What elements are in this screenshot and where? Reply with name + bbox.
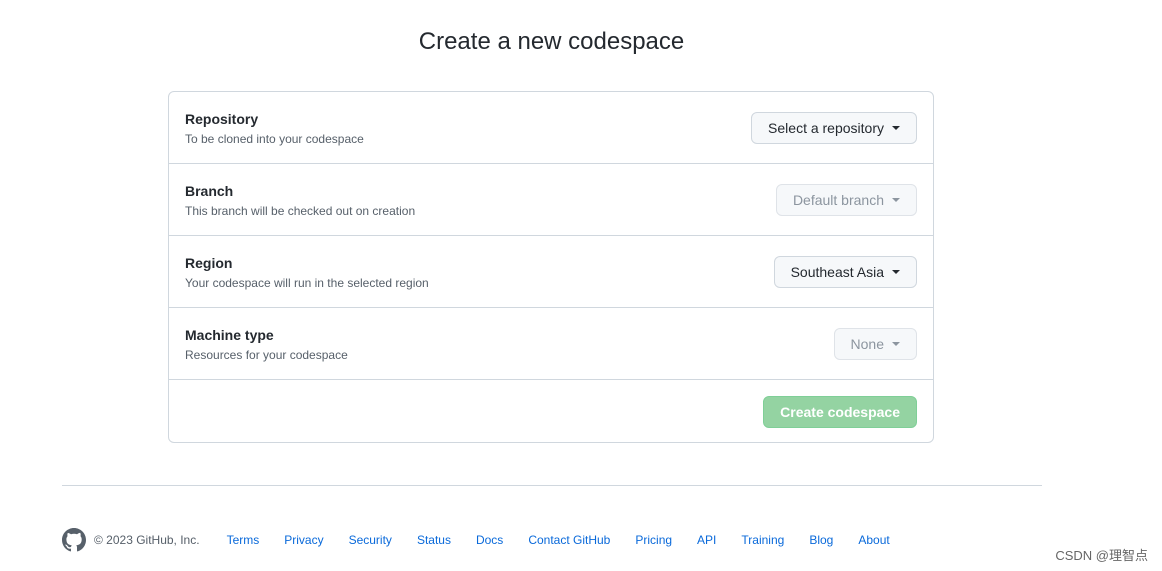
branch-select-button-label: Default branch xyxy=(792,192,884,208)
branch-select-button[interactable]: Default branch xyxy=(775,184,917,216)
region-select-button-label: Southeast Asia xyxy=(790,264,884,280)
page-title: Create a new codespace xyxy=(418,28,685,55)
github-mark-icon[interactable] xyxy=(62,528,86,552)
region-label: Region xyxy=(185,255,233,271)
region-select-button[interactable]: Southeast Asia xyxy=(773,256,917,288)
caret-down-icon xyxy=(892,126,900,130)
copyright-text: © 2023 GitHub, Inc. xyxy=(94,533,200,547)
footer-link-terms[interactable]: Terms xyxy=(227,533,260,547)
branch-description: This branch will be checked out on creat… xyxy=(185,204,416,218)
footer-divider xyxy=(62,485,1042,486)
create-codespace-button[interactable]: Create codespace xyxy=(763,396,917,428)
form-actions: Create codespace xyxy=(169,380,933,442)
footer-link-security[interactable]: Security xyxy=(349,533,392,547)
footer-link-status[interactable]: Status xyxy=(417,533,451,547)
caret-down-icon xyxy=(892,342,900,346)
select-repository-button[interactable]: Select a repository xyxy=(751,112,917,144)
select-repository-button-label: Select a repository xyxy=(768,120,884,136)
region-row: Region Your codespace will run in the se… xyxy=(169,236,933,308)
caret-down-icon xyxy=(892,270,900,274)
footer-link-about[interactable]: About xyxy=(858,533,889,547)
repository-row: Repository To be cloned into your codesp… xyxy=(169,92,933,164)
machine-type-label: Machine type xyxy=(185,327,274,343)
footer-link-api[interactable]: API xyxy=(697,533,716,547)
footer-link-pricing[interactable]: Pricing xyxy=(635,533,672,547)
watermark: CSDN @理智点 xyxy=(1055,548,1148,563)
footer-link-privacy[interactable]: Privacy xyxy=(284,533,323,547)
machine-type-row: Machine type Resources for your codespac… xyxy=(169,308,933,380)
region-description: Your codespace will run in the selected … xyxy=(185,276,429,290)
machine-type-select-button[interactable]: None xyxy=(833,328,917,360)
branch-row: Branch This branch will be checked out o… xyxy=(169,164,933,236)
machine-type-select-button-label: None xyxy=(850,336,884,352)
branch-label: Branch xyxy=(185,183,234,199)
repository-description: To be cloned into your codespace xyxy=(185,132,364,146)
footer-link-blog[interactable]: Blog xyxy=(809,533,833,547)
footer-link-training[interactable]: Training xyxy=(741,533,784,547)
repository-label: Repository xyxy=(185,111,259,127)
create-codespace-form: Repository To be cloned into your codesp… xyxy=(168,91,934,443)
caret-down-icon xyxy=(892,198,900,202)
machine-type-description: Resources for your codespace xyxy=(185,348,348,362)
site-footer: © 2023 GitHub, Inc. Terms Privacy Securi… xyxy=(62,527,915,553)
footer-link-docs[interactable]: Docs xyxy=(476,533,503,547)
footer-link-contact-github[interactable]: Contact GitHub xyxy=(528,533,610,547)
page: Create a new codespace Repository To be … xyxy=(0,0,1162,571)
